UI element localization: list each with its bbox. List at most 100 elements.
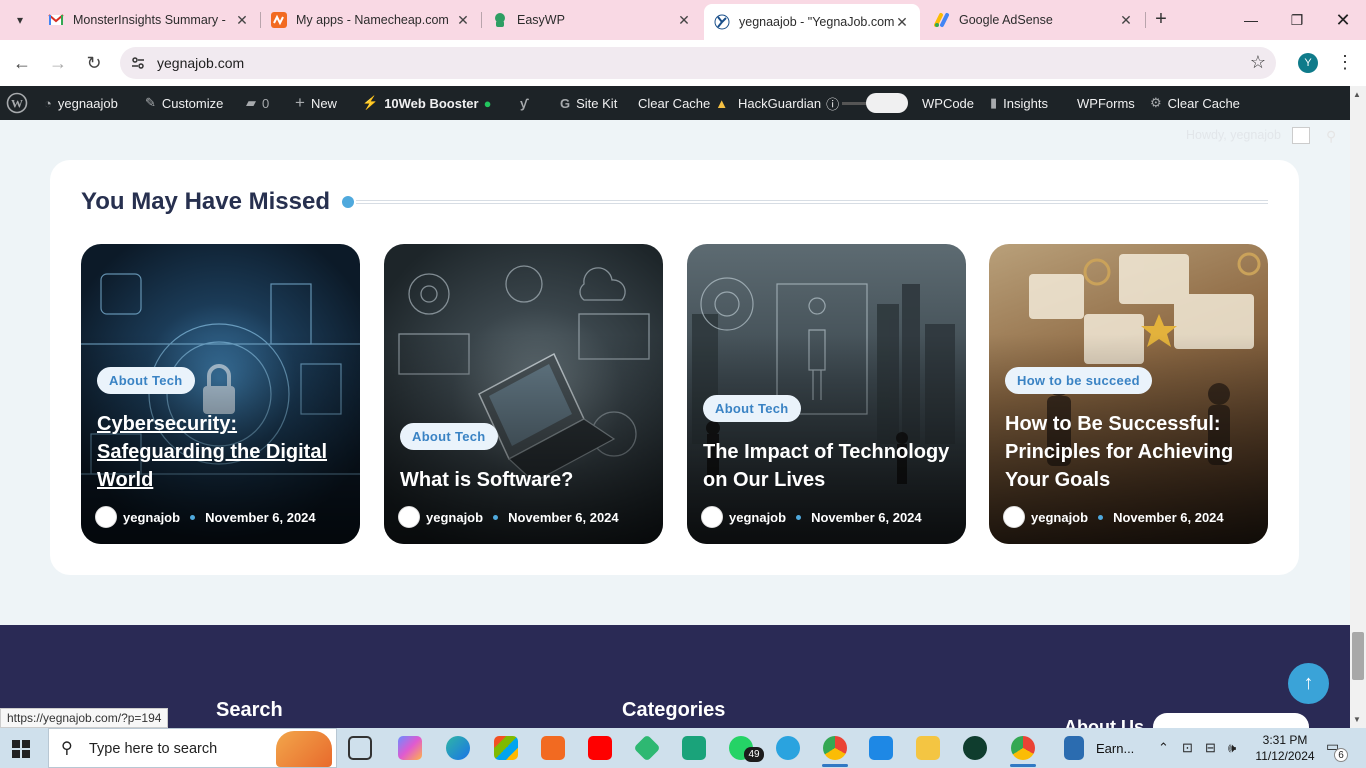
copilot-icon[interactable] <box>398 736 422 760</box>
google-g-icon: G <box>560 95 571 111</box>
user-avatar[interactable] <box>1292 127 1310 144</box>
hackguardian-menu[interactable]: HackGuardian ⓘ <box>738 86 839 120</box>
author-avatar[interactable] <box>398 506 420 528</box>
tab-adsense[interactable]: Google AdSense ✕ <box>924 6 1144 34</box>
network-icon[interactable]: ⊟ <box>1205 740 1216 756</box>
hackguardian-toggle[interactable] <box>866 93 908 113</box>
post-date[interactable]: November 6, 2024 <box>811 510 922 525</box>
wpcode-label: WPCode <box>922 95 975 111</box>
wpforms-menu[interactable]: WPForms <box>1077 86 1135 120</box>
insights-menu[interactable]: ▮ Insights <box>990 86 1048 120</box>
mongodb-icon[interactable] <box>963 736 987 760</box>
system-clock[interactable]: 3:31 PM 11/12/2024 <box>1252 732 1318 764</box>
pycharm-icon[interactable] <box>682 736 706 760</box>
taskbar-earn-label[interactable]: Earn... <box>1096 741 1134 756</box>
site-name-menu[interactable]: ◔ yegnaajob <box>44 86 118 120</box>
file-explorer-icon[interactable] <box>916 736 940 760</box>
scroll-down-arrow-icon[interactable]: ▼ <box>1353 715 1361 724</box>
telegram-icon[interactable] <box>776 736 800 760</box>
chrome-icon[interactable] <box>823 736 847 760</box>
post-date[interactable]: November 6, 2024 <box>205 510 316 525</box>
taskbar-search-box[interactable]: ⚲ Type here to search <box>48 728 337 768</box>
post-title[interactable]: What is Software? <box>400 466 653 494</box>
forward-button[interactable]: → <box>46 51 70 75</box>
customize-link[interactable]: ✎ Customize <box>145 86 223 120</box>
yegnajob-icon <box>714 14 730 30</box>
post-card[interactable]: About Tech The Impact of Technology on O… <box>687 244 966 544</box>
camera-icon[interactable]: ⊡ <box>1182 740 1193 756</box>
post-category-badge[interactable]: About Tech <box>703 395 801 422</box>
post-date[interactable]: November 6, 2024 <box>508 510 619 525</box>
word-doc-icon[interactable] <box>1064 736 1084 760</box>
post-author[interactable]: yegnajob <box>123 510 180 525</box>
post-date[interactable]: November 6, 2024 <box>1113 510 1224 525</box>
edge-icon[interactable] <box>446 736 470 760</box>
post-category-badge[interactable]: About Tech <box>400 423 498 450</box>
youtube-icon[interactable] <box>588 736 612 760</box>
clear-cache-menu[interactable]: ⚙ Clear Cache <box>1150 86 1240 120</box>
minimize-button[interactable]: — <box>1228 8 1274 32</box>
post-author[interactable]: yegnajob <box>729 510 786 525</box>
search-icon[interactable]: ⚲ <box>1326 128 1336 145</box>
browser-menu-icon[interactable]: ⋮ <box>1336 52 1354 73</box>
close-icon[interactable]: ✕ <box>894 14 910 31</box>
close-icon[interactable]: ✕ <box>455 12 471 29</box>
yoast-menu[interactable]: ƴ <box>520 86 533 120</box>
wordpress-logo-icon[interactable]: W <box>6 86 28 120</box>
chrome-profile-icon[interactable] <box>1011 736 1035 760</box>
vscode-icon[interactable] <box>869 736 893 760</box>
close-window-button[interactable]: ✕ <box>1320 8 1366 32</box>
scroll-to-top-button[interactable]: ↑ <box>1288 663 1329 704</box>
chevron-up-icon[interactable]: ⌃ <box>1158 740 1169 756</box>
comments-link[interactable]: ▰ 0 <box>246 86 269 120</box>
post-author[interactable]: yegnajob <box>1031 510 1088 525</box>
booster-label: 10Web Booster <box>384 95 479 111</box>
booster-menu[interactable]: ⚡ 10Web Booster ● <box>362 86 491 120</box>
task-view-icon[interactable] <box>348 736 372 760</box>
tab-yegnajob[interactable]: yegnaajob - "YegnaJob.com" ✕ <box>704 4 920 40</box>
restore-button[interactable]: ❐ <box>1274 8 1320 32</box>
tab-namecheap[interactable]: My apps - Namecheap.com ✕ <box>261 6 481 34</box>
volume-icon[interactable]: 🕪 <box>1228 740 1236 756</box>
tab-easywp[interactable]: EasyWP ✕ <box>482 6 702 34</box>
close-icon[interactable]: ✕ <box>234 12 250 29</box>
author-avatar[interactable] <box>1003 506 1025 528</box>
clock-date: 11/12/2024 <box>1255 749 1315 763</box>
wpcode-menu[interactable]: WPCode <box>922 86 974 120</box>
site-kit-menu[interactable]: G Site Kit <box>560 86 617 120</box>
reload-button[interactable]: ↻ <box>82 51 106 75</box>
new-content-menu[interactable]: + New <box>295 86 337 120</box>
post-category-badge[interactable]: How to be succeed <box>1005 367 1152 394</box>
close-icon[interactable]: ✕ <box>676 12 692 29</box>
scrollbar-thumb[interactable] <box>1352 632 1364 680</box>
clear-cache-link[interactable]: Clear Cache ▲ <box>638 86 728 120</box>
post-author[interactable]: yegnajob <box>426 510 483 525</box>
author-avatar[interactable] <box>701 506 723 528</box>
post-title[interactable]: How to Be Successful: Principles for Ach… <box>1005 410 1258 494</box>
bookmark-star-icon[interactable]: ☆ <box>1250 52 1266 73</box>
active-indicator <box>1010 764 1036 767</box>
scroll-up-arrow-icon[interactable]: ▲ <box>1353 90 1361 99</box>
tab-monsterinsights[interactable]: MonsterInsights Summary - ✕ <box>38 6 260 34</box>
post-card[interactable]: About Tech Cybersecurity: Safeguarding t… <box>81 244 360 544</box>
post-meta: yegnajob November 6, 2024 <box>1003 506 1224 528</box>
tab-search-button[interactable]: ▾ <box>8 9 32 31</box>
close-icon[interactable]: ✕ <box>1118 12 1134 29</box>
store-icon[interactable] <box>494 736 518 760</box>
post-card[interactable]: About Tech What is Software? yegnajob No… <box>384 244 663 544</box>
address-bar[interactable]: yegnajob.com ☆ <box>120 47 1276 79</box>
howdy-user[interactable]: Howdy, yegnajob <box>1186 128 1281 142</box>
wp-admin-bar: W ◔ yegnaajob ✎ Customize ▰ 0 + New ⚡ 10… <box>0 86 1350 120</box>
post-title[interactable]: Cybersecurity: Safeguarding the Digital … <box>97 410 350 494</box>
post-card[interactable]: How to be succeed How to Be Successful: … <box>989 244 1268 544</box>
author-avatar[interactable] <box>95 506 117 528</box>
post-category-badge[interactable]: About Tech <box>97 367 195 394</box>
url-text[interactable]: yegnajob.com <box>157 55 244 71</box>
post-title[interactable]: The Impact of Technology on Our Lives <box>703 438 956 494</box>
new-tab-button[interactable]: + <box>1150 9 1172 31</box>
back-button[interactable]: ← <box>10 51 34 75</box>
xampp-icon[interactable] <box>541 736 565 760</box>
profile-avatar[interactable]: Y <box>1298 53 1318 73</box>
windows-start-icon[interactable] <box>12 740 30 758</box>
site-info-icon[interactable] <box>130 55 146 71</box>
